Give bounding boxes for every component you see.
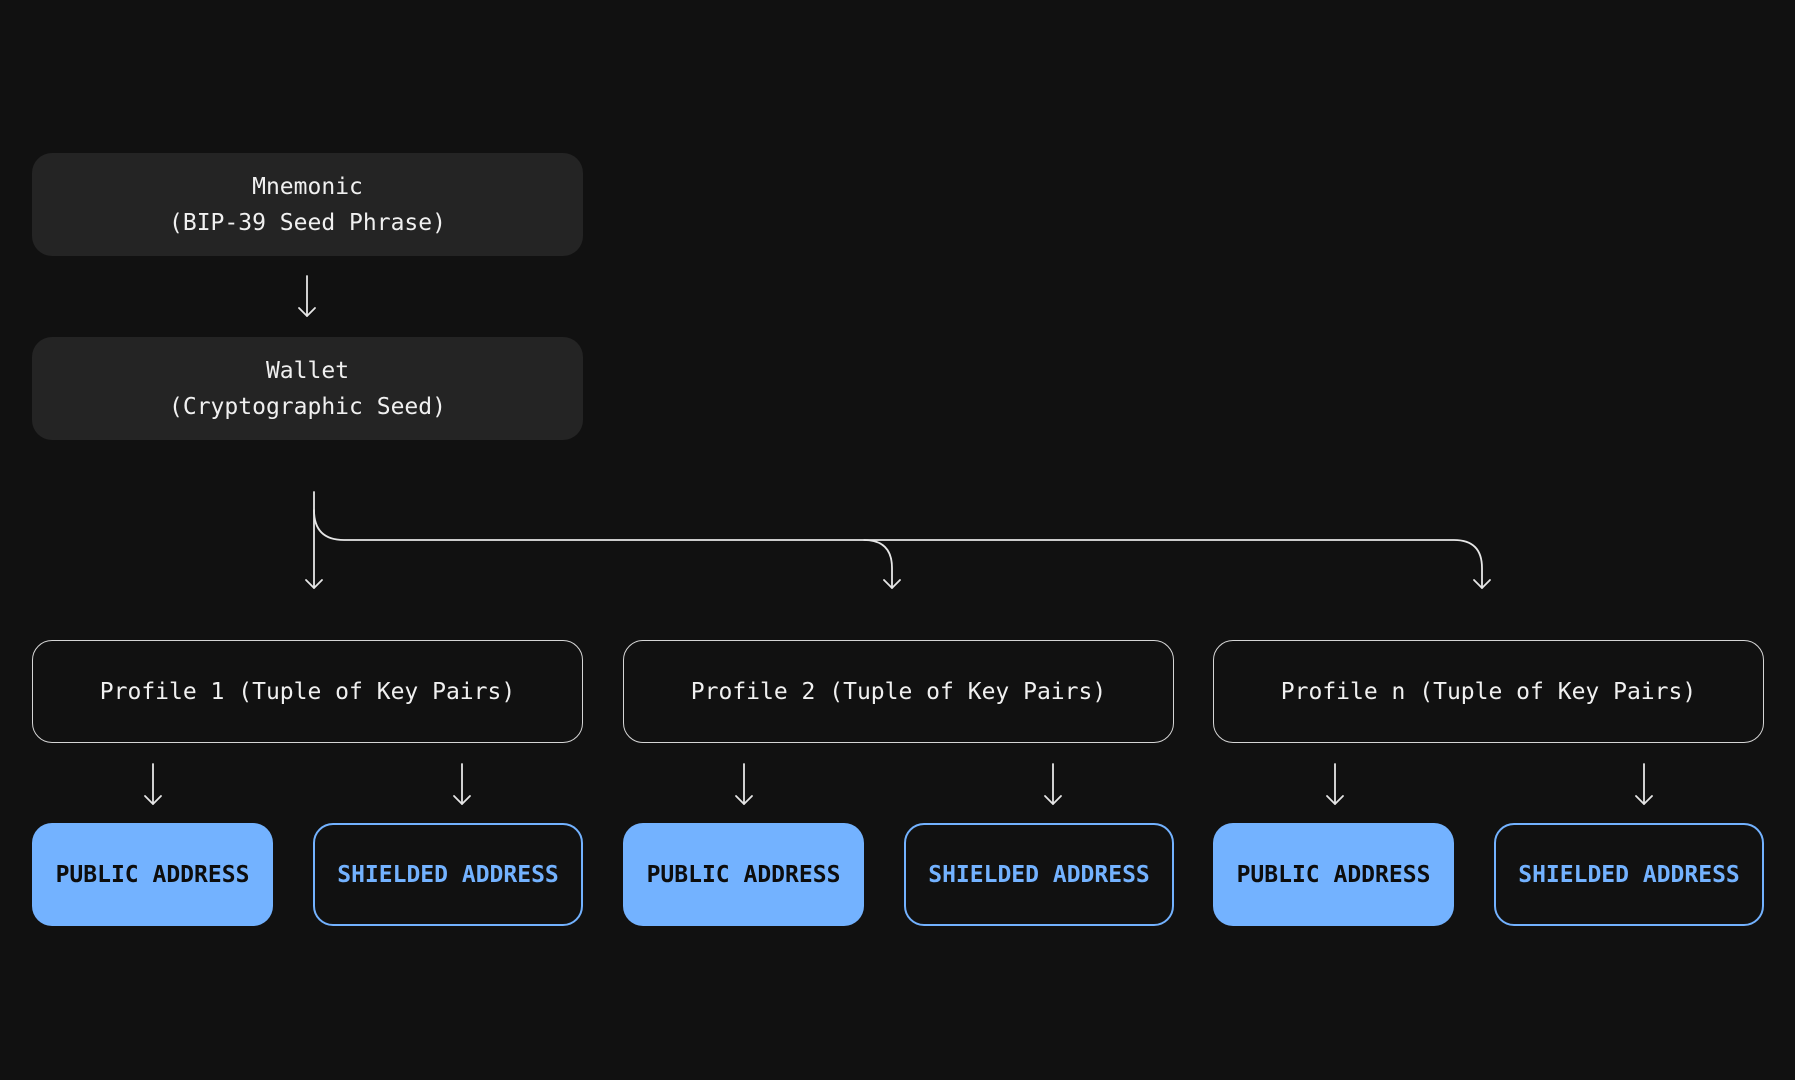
profile-2-label: Profile 2 (Tuple of Key Pairs) [690,678,1107,705]
shielded-address-label: SHIELDED ADDRESS [337,861,559,888]
arrow-wallet-to-profiles [305,491,1491,589]
arrow-profile1-shielded [453,763,471,805]
profile-1-node: Profile 1 (Tuple of Key Pairs) [32,640,583,743]
profile-1-shielded-address: SHIELDED ADDRESS [313,823,583,926]
shielded-address-label: SHIELDED ADDRESS [928,861,1150,888]
wallet-title: Wallet [265,357,350,384]
profile-n-shielded-address: SHIELDED ADDRESS [1494,823,1764,926]
profile-1-public-address: PUBLIC ADDRESS [32,823,273,926]
mnemonic-subtitle: (BIP-39 Seed Phrase) [169,209,446,236]
mnemonic-node: Mnemonic (BIP-39 Seed Phrase) [32,153,583,256]
wallet-subtitle: (Cryptographic Seed) [169,393,446,420]
profile-n-label: Profile n (Tuple of Key Pairs) [1280,678,1697,705]
wallet-node: Wallet (Cryptographic Seed) [32,337,583,440]
profile-n-public-address: PUBLIC ADDRESS [1213,823,1454,926]
arrow-profilen-shielded [1635,763,1653,805]
arrow-profile2-public [735,763,753,805]
public-address-label: PUBLIC ADDRESS [55,861,250,888]
profile-2-public-address: PUBLIC ADDRESS [623,823,864,926]
arrow-profilen-public [1326,763,1344,805]
arrow-profile2-shielded [1044,763,1062,805]
public-address-label: PUBLIC ADDRESS [1236,861,1431,888]
profile-1-label: Profile 1 (Tuple of Key Pairs) [99,678,516,705]
profile-2-node: Profile 2 (Tuple of Key Pairs) [623,640,1174,743]
public-address-label: PUBLIC ADDRESS [646,861,841,888]
profile-2-shielded-address: SHIELDED ADDRESS [904,823,1174,926]
arrow-profile1-public [144,763,162,805]
shielded-address-label: SHIELDED ADDRESS [1518,861,1740,888]
arrow-mnemonic-to-wallet [298,275,316,317]
profile-n-node: Profile n (Tuple of Key Pairs) [1213,640,1764,743]
mnemonic-title: Mnemonic [252,173,363,200]
